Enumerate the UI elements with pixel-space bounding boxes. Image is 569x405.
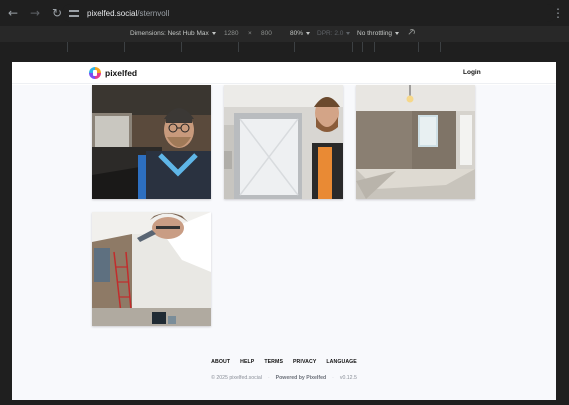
dimensions-select[interactable]: Dimensions: Nest Hub Max — [130, 30, 216, 37]
zoom-label: 80% — [290, 30, 304, 37]
separator-dot: · — [332, 375, 334, 381]
throttling-label: No throttling — [357, 30, 393, 37]
photo-image — [356, 85, 475, 199]
browser-toolbar: ← → ↻ pixelfed.social/sternvoll ⋮ — [0, 0, 569, 26]
emulated-viewport: pixelfed Login ABOUT HELP TERMS PRIVACY … — [12, 62, 556, 400]
powered-by-link[interactable]: Powered by Pixelfed — [276, 375, 326, 381]
footer-meta: © 2025 pixelfed.social · Powered by Pixe… — [12, 375, 556, 381]
back-arrow-icon[interactable]: ← — [4, 4, 22, 22]
site-header: pixelfed Login — [12, 62, 556, 84]
photo-image — [92, 212, 211, 326]
footer-link-about[interactable]: ABOUT — [211, 359, 230, 365]
footer-nav: ABOUT HELP TERMS PRIVACY LANGUAGE — [12, 359, 556, 365]
version-text: v0.12.5 — [339, 375, 357, 381]
device-toolbar: Dimensions: Nest Hub Max 1280 × 800 80% … — [0, 26, 569, 42]
address-bar[interactable]: pixelfed.social/sternvoll — [62, 4, 556, 22]
photo-thumbnail[interactable] — [92, 212, 211, 326]
chevron-down-icon — [346, 31, 351, 35]
url-host: pixelfed.social — [87, 8, 138, 18]
chevron-down-icon — [395, 31, 400, 35]
photo-thumbnail[interactable] — [356, 85, 475, 199]
footer-link-help[interactable]: HELP — [240, 359, 254, 365]
forward-arrow-icon[interactable]: → — [26, 4, 44, 22]
width-input[interactable]: 1280 — [224, 30, 238, 37]
url-path: /sternvoll — [137, 8, 170, 18]
footer-link-terms[interactable]: TERMS — [264, 359, 283, 365]
footer-link-language[interactable]: LANGUAGE — [326, 359, 356, 365]
dpr-label: DPR: 2.0 — [317, 30, 344, 37]
login-link[interactable]: Login — [463, 69, 481, 76]
more-menu-icon[interactable]: ⋮ — [549, 4, 567, 22]
site-info-icon[interactable] — [68, 7, 80, 19]
chevron-down-icon — [306, 31, 311, 35]
dpr-select[interactable]: DPR: 2.0 — [317, 30, 351, 37]
zoom-select[interactable]: 80% — [290, 30, 311, 37]
footer-link-privacy[interactable]: PRIVACY — [293, 359, 316, 365]
height-input[interactable]: 800 — [261, 30, 272, 37]
profile-grid: ABOUT HELP TERMS PRIVACY LANGUAGE © 2025… — [12, 85, 556, 400]
photo-image — [92, 85, 211, 199]
photo-thumbnail[interactable] — [224, 85, 343, 199]
throttling-select[interactable]: No throttling — [357, 30, 400, 37]
photo-thumbnail[interactable] — [92, 85, 211, 199]
brand-name[interactable]: pixelfed — [105, 68, 137, 78]
times-glyph: × — [248, 30, 252, 37]
chevron-down-icon — [211, 31, 216, 35]
copyright-text: © 2025 pixelfed.social — [211, 375, 262, 381]
rotate-icon[interactable] — [407, 28, 416, 39]
dimensions-label: Dimensions: Nest Hub Max — [130, 30, 209, 37]
separator-dot: · — [267, 375, 270, 381]
url-text: pixelfed.social/sternvoll — [87, 9, 169, 18]
pixelfed-logo-icon[interactable] — [89, 67, 101, 79]
viewport-ruler — [0, 42, 569, 52]
photo-image — [224, 85, 343, 199]
